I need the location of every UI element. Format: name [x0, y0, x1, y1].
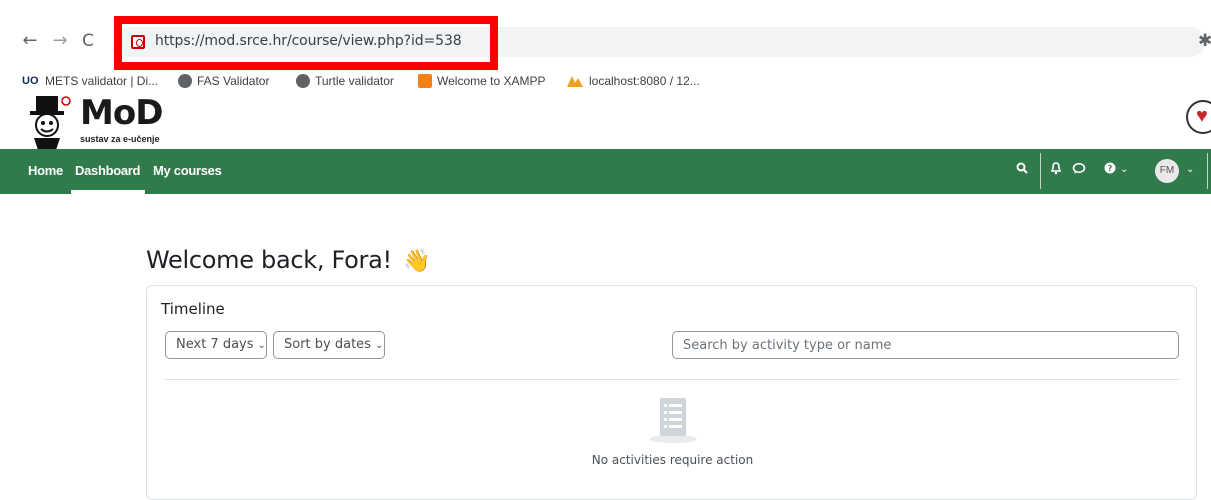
bookmark-xampp[interactable]: Welcome to XAMPP: [418, 74, 545, 88]
bookmark-phpmyadmin[interactable]: localhost:8080 / 12...: [566, 74, 700, 88]
bookmark-star-icon[interactable]: ✱: [1198, 31, 1211, 51]
upwork-icon: UO: [22, 75, 39, 87]
user-avatar[interactable]: FM: [1155, 159, 1179, 183]
welcome-text: Welcome back, Fora!: [146, 246, 392, 274]
globe-icon: [178, 74, 192, 88]
logo-text[interactable]: MoD: [80, 93, 163, 133]
primary-navbar: Home Dashboard My courses ? ⌄ FM ⌄: [0, 149, 1211, 194]
date-filter-label: Next 7 days: [176, 337, 254, 352]
bookmark-mets[interactable]: UO METS validator | Di...: [22, 74, 158, 88]
chevron-down-icon: ⌄: [257, 340, 266, 351]
forward-arrow-icon[interactable]: →: [50, 30, 70, 52]
bookmark-label: FAS Validator: [197, 74, 270, 88]
active-tab-indicator: [71, 190, 145, 194]
empty-state-message: No activities require action: [591, 453, 754, 467]
page-title: Welcome back, Fora! 👋: [146, 246, 431, 274]
help-icon[interactable]: ?: [1104, 162, 1116, 178]
nav-my-courses[interactable]: My courses: [153, 163, 222, 178]
bookmark-fas[interactable]: FAS Validator: [178, 74, 269, 88]
nav-dashboard[interactable]: Dashboard: [75, 163, 141, 178]
highlight-box: [114, 16, 498, 70]
nav-separator: [1040, 153, 1041, 189]
sort-label: Sort by dates: [284, 337, 371, 352]
activity-search-input[interactable]: [672, 331, 1179, 359]
bookmarks-bar: UO METS validator | Di... FAS Validator …: [0, 70, 1211, 92]
timeline-card: Timeline Next 7 days⌄ Sort by dates⌄ No …: [146, 285, 1197, 500]
bell-icon[interactable]: [1050, 162, 1062, 179]
timeline-title: Timeline: [161, 300, 225, 318]
sort-dropdown[interactable]: Sort by dates ⌄: [273, 331, 385, 359]
bookmark-label: Welcome to XAMPP: [437, 74, 546, 88]
logo-mascot-icon[interactable]: [26, 94, 74, 150]
site-header: [0, 92, 1211, 149]
search-icon[interactable]: [1016, 162, 1028, 178]
date-filter-dropdown[interactable]: Next 7 days ⌄: [165, 331, 267, 359]
back-arrow-icon[interactable]: ←: [20, 30, 40, 52]
waving-hand-icon: 👋: [403, 249, 431, 274]
logo-subtitle: sustav za e-učenje: [80, 134, 160, 144]
chevron-down-icon: ⌄: [374, 340, 384, 351]
nav-home[interactable]: Home: [28, 163, 63, 178]
bookmark-label: METS validator | Di...: [45, 74, 159, 88]
phpmyadmin-icon: [566, 74, 584, 88]
chevron-down-icon[interactable]: ⌄: [1186, 164, 1194, 175]
chat-icon[interactable]: [1072, 162, 1086, 179]
nav-separator: [1207, 153, 1208, 189]
empty-list-icon: [647, 394, 699, 444]
reload-icon[interactable]: C: [78, 30, 98, 52]
divider: [165, 379, 1179, 380]
bookmark-label: localhost:8080 / 12...: [589, 74, 700, 88]
bookmark-label: Turtle validator: [315, 74, 394, 88]
svg-text:?: ?: [1108, 164, 1113, 173]
xampp-icon: [418, 74, 432, 88]
bookmark-turtle[interactable]: Turtle validator: [296, 74, 394, 88]
chevron-down-icon[interactable]: ⌄: [1120, 164, 1128, 175]
globe-icon: [296, 74, 310, 88]
